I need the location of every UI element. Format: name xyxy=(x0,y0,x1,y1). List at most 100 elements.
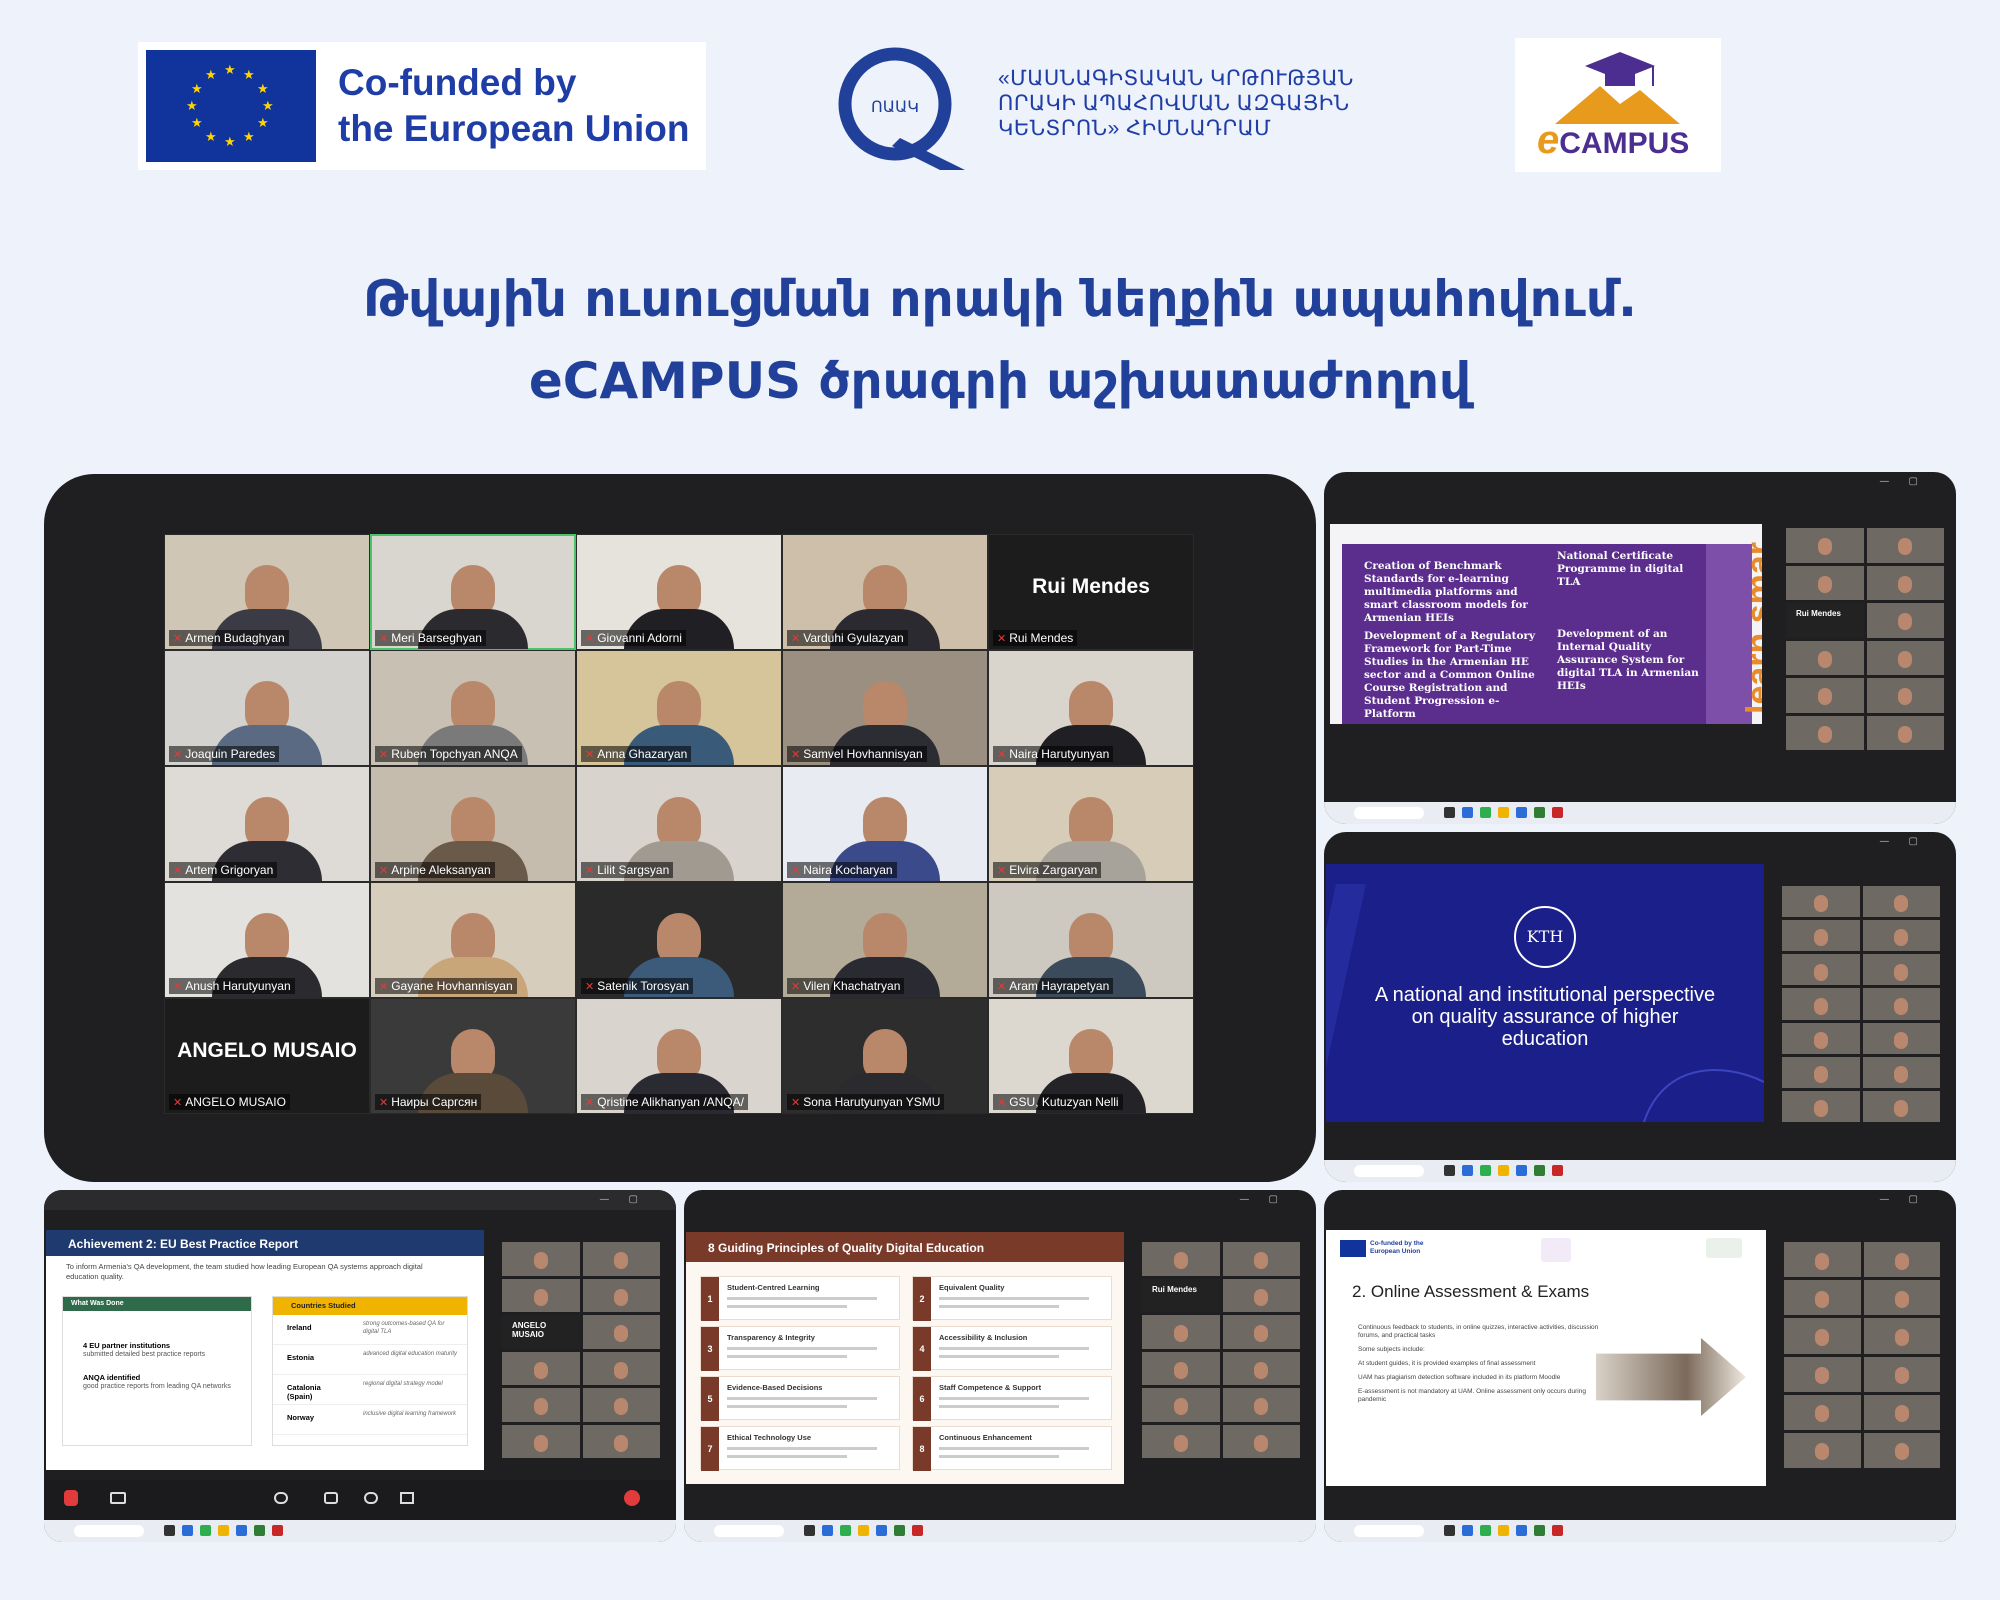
ecampus-logo: eCAMPUS xyxy=(1515,38,1721,172)
eu-line-1: Co-funded by xyxy=(338,61,577,103)
taskbar-search[interactable] xyxy=(1354,807,1424,819)
participant-big-name: Rui Mendes xyxy=(1032,575,1150,598)
left-item-2-title: ANQA identified xyxy=(83,1373,141,1382)
participant-tile[interactable]: ✕ Qristine Alikhanyan /ANQA/ xyxy=(576,998,782,1114)
window-titlebar: — ▢ xyxy=(1879,476,1926,487)
participant-big-name: ANGELO MUSAIO xyxy=(177,1039,357,1062)
taskbar-search[interactable] xyxy=(1354,1165,1424,1177)
share-icon[interactable] xyxy=(400,1492,414,1504)
side-speaker-label: ANGELO MUSAIO xyxy=(512,1321,547,1339)
achievement-intro: To inform Armenia's QA development, the … xyxy=(66,1262,423,1281)
participant-tile[interactable]: ✕ Giovanni Adorni xyxy=(576,534,782,650)
participant-tile[interactable]: ✕ Varduhi Gyulazyan xyxy=(782,534,988,650)
eu-flag-small-icon xyxy=(1340,1240,1366,1257)
country-note: regional digital strategy model xyxy=(363,1381,443,1387)
achievement-title: Achievement 2: EU Best Practice Report xyxy=(46,1230,484,1256)
mic-muted-icon: ✕ xyxy=(997,633,1007,645)
participant-tile[interactable]: ✕ Arpine Aleksanyan xyxy=(370,766,576,882)
participant-tile[interactable]: ✕ Armen Budaghyan xyxy=(164,534,370,650)
participant-tile[interactable]: ✕ Ruben Topchyan ANQA xyxy=(370,650,576,766)
principle-text-line xyxy=(727,1397,877,1400)
principle-text-line xyxy=(939,1405,1059,1408)
taskbar-search[interactable] xyxy=(1354,1525,1424,1537)
participant-tile[interactable]: ✕ Lilit Sargsyan xyxy=(576,766,782,882)
taskbar-search[interactable] xyxy=(714,1525,784,1537)
mic-muted-icon: ✕ xyxy=(791,1097,801,1109)
teams-titlebar: — ▢ xyxy=(44,1190,676,1210)
principle-title: Student-Centred Learning xyxy=(727,1283,820,1292)
browser-window: Creation of Benchmark Standards for e-le… xyxy=(1330,524,1762,724)
participant-tile[interactable]: ✕ Vilen Khachatryan xyxy=(782,882,988,998)
anqa-line-2: ՈՐԱԿԻ ԱՊԱՀՈՎՄԱՆ ԱԶԳԱՅԻՆ xyxy=(998,92,1350,116)
principle-text-line xyxy=(939,1297,1089,1300)
participants-icon[interactable] xyxy=(274,1492,288,1504)
mic-muted-icon: ✕ xyxy=(173,865,183,877)
end-call-icon[interactable] xyxy=(624,1490,640,1506)
participant-name-label: ✕ Vilen Khachatryan xyxy=(787,978,905,994)
taskbar-search[interactable] xyxy=(74,1525,144,1537)
participant-tile[interactable]: ✕ Samvel Hovhannisyan xyxy=(782,650,988,766)
participant-tile[interactable]: ✕ Elvira Zargaryan xyxy=(988,766,1194,882)
participant-tile[interactable]: ✕ Anush Harutyunyan xyxy=(164,882,370,998)
participant-tile[interactable]: ANGELO MUSAIO ✕ ANGELO MUSAIO xyxy=(164,998,370,1114)
what-was-done-header: What Was Done xyxy=(63,1297,251,1311)
mic-muted-icon: ✕ xyxy=(997,981,1007,993)
camera-icon[interactable] xyxy=(110,1492,126,1504)
country-name: Catalonia (Spain) xyxy=(287,1383,321,1401)
country-note: strong outcomes-based QA for digital TLA xyxy=(363,1321,445,1335)
principle-text-line xyxy=(939,1455,1059,1458)
countries-header: Countries Studied xyxy=(273,1297,467,1315)
participant-tile[interactable]: ✕ Satenik Torosyan xyxy=(576,882,782,998)
principle-title: Continuous Enhancement xyxy=(939,1433,1032,1442)
participant-tile[interactable]: ✕ Artem Grigoryan xyxy=(164,766,370,882)
kth-slide-title: A national and institutional perspective… xyxy=(1374,984,1716,1050)
assessment-slide: Co-funded by the European Union 2. Onlin… xyxy=(1326,1230,1766,1486)
side-participants xyxy=(1782,886,1940,1122)
anqa-q-icon: ՈԱԱԿ xyxy=(838,47,965,170)
participant-tile[interactable]: ✕ Meri Barseghyan xyxy=(370,534,576,650)
chat-icon[interactable] xyxy=(324,1492,338,1504)
principles-slide: 8 Guiding Principles of Quality Digital … xyxy=(686,1232,1124,1484)
participant-name: Ruben Topchyan ANQA xyxy=(391,747,518,761)
mic-muted-icon: ✕ xyxy=(997,749,1007,761)
participant-tile[interactable]: ✕ Naira Kocharyan xyxy=(782,766,988,882)
participant-tile[interactable]: ✕ Naira Harutyunyan xyxy=(988,650,1194,766)
participant-name: Rui Mendes xyxy=(1009,631,1074,645)
slide-text-2: Development of a Regulatory Framework fo… xyxy=(1364,630,1536,720)
participant-name: Gayane Hovhannisyan xyxy=(391,979,513,993)
participant-tile[interactable]: ✕ Наиры Саргсян xyxy=(370,998,576,1114)
mic-muted-icon: ✕ xyxy=(585,865,595,877)
principle-text-line xyxy=(939,1397,1089,1400)
mic-muted-icon: ✕ xyxy=(379,981,389,993)
title-line-2: eCAMPUS ծրագրի աշխատաժողով xyxy=(528,352,1472,410)
principle-text-line xyxy=(727,1405,847,1408)
participant-tile[interactable]: ✕ GSU, Kutuzyan Nelli xyxy=(988,998,1194,1114)
students-photo-arrow xyxy=(1596,1338,1746,1416)
left-item-2-text: good practice reports from leading QA ne… xyxy=(83,1383,231,1390)
participant-name-label: ✕ Aram Hayrapetyan xyxy=(993,978,1114,994)
participant-tile[interactable]: ✕ Joaquin Paredes xyxy=(164,650,370,766)
participant-tile[interactable]: ✕ Sona Harutyunyan YSMU xyxy=(782,998,988,1114)
slide-side-text: learn smar xyxy=(1740,542,1762,714)
anqa-logo: ՈԱԱԿ «ՄԱՍՆԱԳԻՏԱԿԱՆ ԿՐԹՈՒԹՅԱՆ ՈՐԱԿԻ ԱՊԱՀՈ… xyxy=(830,42,1390,172)
react-icon[interactable] xyxy=(364,1492,378,1504)
slide-purple: Creation of Benchmark Standards for e-le… xyxy=(1342,542,1762,724)
participant-tile[interactable]: ✕ Aram Hayrapetyan xyxy=(988,882,1194,998)
participant-name: Anush Harutyunyan xyxy=(185,979,291,993)
participant-name-label: ✕ Elvira Zargaryan xyxy=(993,862,1102,878)
country-name: Estonia xyxy=(287,1353,315,1362)
participant-tile[interactable]: ✕ Anna Ghazaryan xyxy=(576,650,782,766)
participant-name: Naira Harutyunyan xyxy=(1009,747,1110,761)
mic-muted-icon: ✕ xyxy=(585,981,595,993)
mic-icon[interactable] xyxy=(64,1490,78,1506)
participant-tile[interactable]: ✕ Gayane Hovhannisyan xyxy=(370,882,576,998)
principle-number: 5 xyxy=(701,1377,719,1421)
ecampus-word: CAMPUS xyxy=(1559,127,1690,160)
title-line-1: Թվային ուսուցման որակի ներքին ապահովում. xyxy=(363,270,1637,328)
ecampus-small-icon xyxy=(1541,1238,1571,1262)
slide-screenshot-principles: — ▢ 8 Guiding Principles of Quality Digi… xyxy=(684,1190,1316,1542)
participant-tile[interactable]: Rui Mendes ✕ Rui Mendes xyxy=(988,534,1194,650)
principle-number: 1 xyxy=(701,1277,719,1321)
principle-card: 3 Transparency & Integrity xyxy=(700,1326,900,1371)
country-row: Estonia advanced digital education maturi… xyxy=(273,1345,467,1375)
